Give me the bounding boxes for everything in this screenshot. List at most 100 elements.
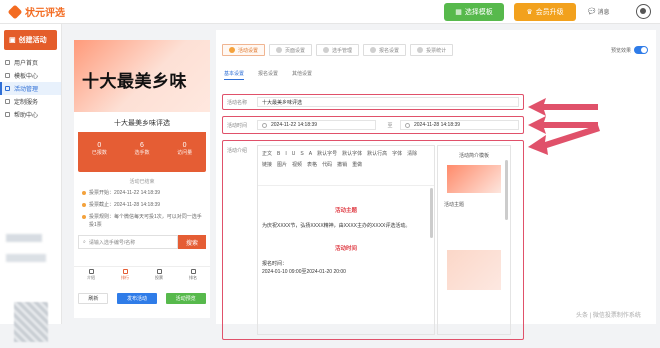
- template-thumbnail[interactable]: [447, 214, 501, 244]
- stat-number: 0: [182, 142, 187, 149]
- video-button[interactable]: 视频: [292, 160, 302, 169]
- preview-toggle-label: 预览效果: [610, 47, 631, 54]
- sidebar-item-activity-management[interactable]: 活动管理: [0, 82, 61, 95]
- tab-vote-stats[interactable]: 投票统计: [410, 44, 454, 56]
- sidebar-item-label: 模板中心: [14, 74, 39, 80]
- editor-scrollbar[interactable]: [430, 188, 433, 238]
- stats-card: 十大最美乡味评选 0 已报数 6 选手数 0 访问量: [78, 116, 206, 172]
- template-scrollbar[interactable]: [505, 160, 508, 220]
- editor-content[interactable]: 活动主题 为庆祝XXXX节，弘扬XXXX精神，由XXXX主办的XXXX评选活动。…: [258, 186, 434, 282]
- activity-name-input[interactable]: 十大最美乡味评选: [257, 97, 519, 107]
- step-label: 页面设置: [285, 47, 306, 54]
- tab-other-settings[interactable]: 其他设置: [292, 70, 312, 80]
- chart-icon: [417, 47, 424, 53]
- tab-basic-settings[interactable]: 基本设置: [224, 70, 245, 80]
- search-row: ⌕ 请输入选手编号/名称 搜索: [78, 235, 206, 249]
- tab-rank[interactable]: 排名: [189, 267, 197, 282]
- editor-toolbar: 正文 B I U S A 默认字号 默认字体 默认行高 字体 清除 链接 图片 …: [258, 146, 434, 186]
- template-thumbnail[interactable]: [447, 250, 501, 290]
- sidebar-item-templates[interactable]: 模板中心: [0, 69, 61, 82]
- activity-icon: [5, 86, 10, 91]
- redo-button[interactable]: 重做: [352, 160, 362, 169]
- vote-icon: [156, 269, 162, 274]
- line-height-select[interactable]: 默认行高: [367, 149, 387, 158]
- search-input[interactable]: ⌕ 请输入选手编号/名称: [78, 235, 178, 249]
- field-label: 活动介绍: [227, 148, 248, 154]
- info-text: 投票开始：2024-11-22 14:18:39: [89, 190, 161, 196]
- tab-intro[interactable]: 介绍: [87, 267, 95, 282]
- code-button[interactable]: 代码: [322, 160, 332, 169]
- messages-button[interactable]: 💬 消息: [588, 7, 610, 16]
- search-button[interactable]: 搜索: [178, 235, 206, 249]
- template-panel-title: 活动简介模板: [458, 153, 489, 159]
- tab-activity-settings[interactable]: 活动设置: [222, 44, 266, 56]
- start-time-input[interactable]: 2024-11-22 14:18:39: [257, 120, 376, 130]
- tab-label: 排名: [189, 275, 197, 280]
- refresh-button[interactable]: 刷新: [78, 293, 109, 304]
- italic-button[interactable]: I: [285, 149, 286, 158]
- stat-label: 选手数: [134, 150, 150, 156]
- sidebar-item-help[interactable]: 帮助中心: [0, 108, 61, 121]
- stat-number: 0: [97, 142, 102, 149]
- blurred-area: [0, 224, 62, 348]
- settings-panel: 活动设置 页面设置 选手管理 报名设置 投票统计 预览效果 基本设置 报名设置 …: [216, 30, 656, 340]
- create-activity-label: 创建活动: [18, 37, 47, 44]
- undo-button[interactable]: 撤销: [337, 160, 347, 169]
- link-button[interactable]: 链接: [262, 160, 272, 169]
- sidebar-item-home[interactable]: 用户首页: [0, 56, 61, 69]
- step-label: 投票统计: [426, 47, 447, 54]
- vip-upgrade-button[interactable]: ♛ 会员升级: [514, 3, 576, 21]
- blurred-qr-code: [14, 302, 48, 342]
- watermark: 头条 | 微信投票制作系统: [576, 313, 641, 319]
- vip-icon: ♛: [526, 9, 533, 16]
- doc-heading: 活动主题: [334, 208, 357, 214]
- main-content: 十大最美乡味 十大最美乡味评选 0 已报数 6 选手数 0 访问量 活动已结束 投票开…: [68, 24, 656, 340]
- tab-signup-settings[interactable]: 报名设置: [363, 44, 407, 56]
- template-thumbnail[interactable]: [447, 165, 501, 193]
- banner-title: 十大最美乡味: [82, 72, 187, 92]
- rich-text-editor[interactable]: 正文 B I U S A 默认字号 默认字体 默认行高 字体 清除 链接 图片 …: [257, 145, 435, 335]
- create-activity-button[interactable]: ▣ 创建活动: [4, 30, 57, 50]
- preview-button[interactable]: 活动预览: [165, 293, 206, 304]
- underline-button[interactable]: U: [292, 149, 296, 158]
- clear-format-button[interactable]: 清除: [407, 149, 417, 158]
- publish-button[interactable]: 发布活动: [116, 293, 157, 304]
- stat-item: 6 选手数: [134, 142, 149, 156]
- template-icon: ▦: [455, 9, 462, 16]
- tab-ranking[interactable]: 排行: [121, 267, 129, 282]
- bold-button[interactable]: B: [277, 149, 280, 158]
- select-template-button[interactable]: ▦ 选择模板: [444, 3, 504, 21]
- tab-signup-config[interactable]: 报名设置: [258, 70, 278, 80]
- sidebar-item-label: 定制服务: [14, 100, 39, 106]
- sidebar: ▣ 创建活动 用户首页 模板中心 活动管理 定制服务 帮助中心: [0, 24, 62, 342]
- tab-contestant-management[interactable]: 选手管理: [316, 44, 360, 56]
- font-family-select[interactable]: 默认字体: [342, 149, 362, 158]
- template-label: 活动主题: [444, 202, 465, 208]
- intro-icon: [88, 269, 94, 274]
- preview-switch[interactable]: [634, 46, 648, 54]
- info-line: 投票开始：2024-11-22 14:18:39: [74, 189, 210, 197]
- annotation-arrows: [528, 98, 600, 155]
- step-label: 报名设置: [379, 47, 400, 54]
- signup-icon: [370, 47, 377, 53]
- bullet-icon: [82, 203, 86, 207]
- strike-button[interactable]: S: [300, 149, 303, 158]
- stats-row: 0 已报数 6 选手数 0 访问量: [78, 142, 206, 156]
- tab-page-settings[interactable]: 页面设置: [269, 44, 313, 56]
- stat-item: 0 访问量: [177, 142, 192, 156]
- info-line: 投票规则：每个微信每天可投1次，可以对同一选手投1票: [74, 213, 210, 229]
- image-button[interactable]: 图片: [277, 160, 287, 169]
- format-select[interactable]: 正文: [262, 149, 272, 158]
- avatar[interactable]: [636, 4, 651, 19]
- sidebar-item-custom-service[interactable]: 定制服务: [0, 95, 61, 108]
- logo[interactable]: 状元评选: [7, 4, 65, 19]
- end-time-value: 2024-11-28 14:18:39: [414, 122, 461, 128]
- font-color-button[interactable]: A: [309, 149, 312, 158]
- font-size-select[interactable]: 默认字号: [317, 149, 337, 158]
- field-label: 活动时间: [227, 122, 248, 129]
- stat-label: 访问量: [177, 150, 193, 156]
- end-time-input[interactable]: 2024-11-28 14:18:39: [400, 120, 519, 130]
- tab-vote[interactable]: 投票: [155, 267, 163, 282]
- font-button[interactable]: 字体: [392, 149, 402, 158]
- table-button[interactable]: 表格: [307, 160, 317, 169]
